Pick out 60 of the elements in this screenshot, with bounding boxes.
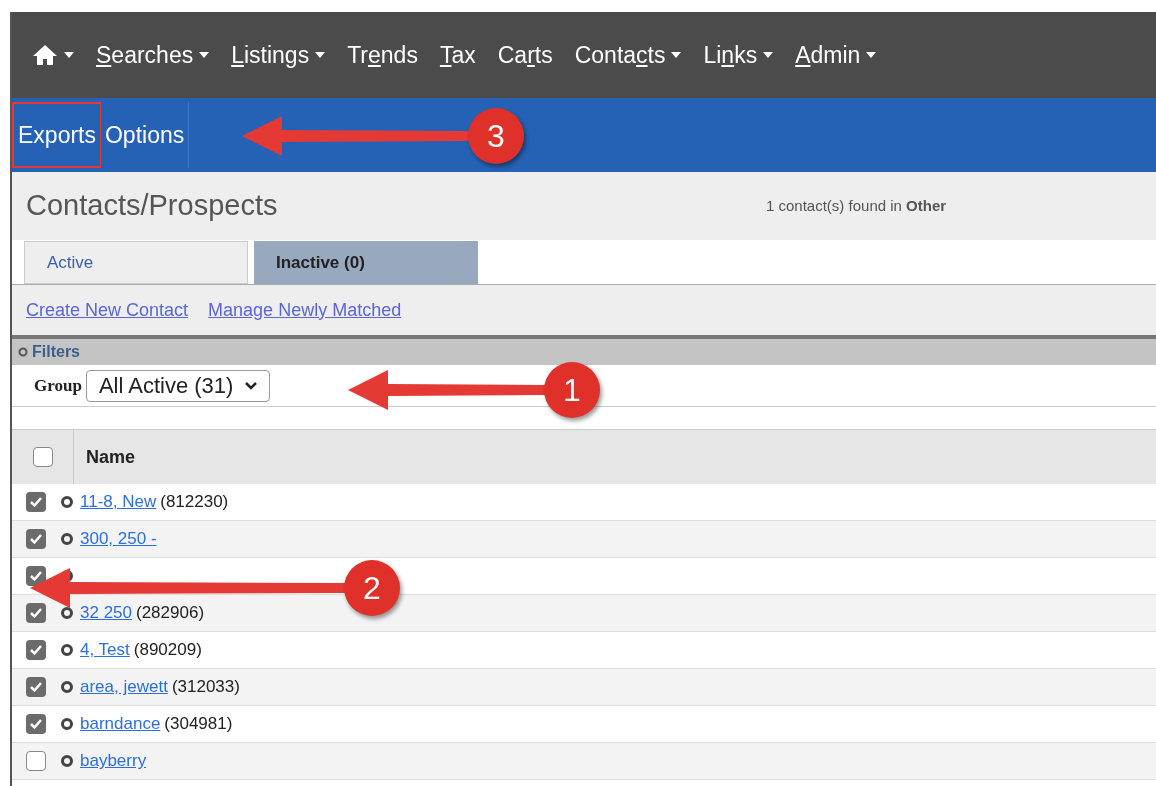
contact-link[interactable]: 11-8, New <box>80 489 157 515</box>
contact-link[interactable]: 32 250 <box>80 600 132 626</box>
check-icon <box>29 644 43 656</box>
tab[interactable]: Inactive (0) <box>254 241 478 284</box>
menu-item[interactable]: Listings <box>231 37 326 73</box>
checkbox[interactable] <box>26 714 46 734</box>
column-header: Name <box>85 445 136 469</box>
sub-menu-item[interactable]: Exports <box>12 102 101 168</box>
circle-icon <box>60 754 74 768</box>
checkbox[interactable] <box>26 677 46 697</box>
checkbox[interactable] <box>26 640 46 660</box>
filters-title: Filters <box>32 342 80 362</box>
check-icon <box>29 681 43 693</box>
home-icon <box>32 44 58 66</box>
checkbox[interactable] <box>26 492 46 512</box>
page-title: Contacts/Prospects <box>26 188 279 224</box>
group-select[interactable]: All Active (31) <box>85 369 271 402</box>
checkbox[interactable] <box>26 529 46 549</box>
circle-icon <box>60 717 74 731</box>
action-link[interactable]: Create New Contact <box>26 296 189 324</box>
menu-item[interactable]: Admin <box>795 37 877 73</box>
contact-link[interactable]: 300, 250 - <box>80 526 157 552</box>
circle-icon <box>60 643 74 657</box>
circle-icon <box>60 532 74 546</box>
menu-item[interactable]: Contacts <box>574 37 682 73</box>
checkbox[interactable] <box>32 447 53 467</box>
chevron-down-icon <box>245 381 258 390</box>
contact-id: (312033) <box>171 676 240 699</box>
contact-id: (282906) <box>136 602 205 625</box>
contact-link[interactable]: bayberry <box>80 748 147 774</box>
contact-id: (890209) <box>133 639 202 662</box>
check-icon <box>29 607 43 619</box>
action-link[interactable]: Manage Newly Matched <box>208 296 402 324</box>
callout-number: 1 <box>544 362 600 418</box>
group-label: Group <box>34 374 82 397</box>
contact-link[interactable]: barndance <box>80 711 161 737</box>
checkbox[interactable] <box>26 566 46 586</box>
circle-icon <box>60 495 74 509</box>
menu-item[interactable]: Searches <box>96 37 210 73</box>
circle-icon <box>60 680 74 694</box>
checkbox[interactable] <box>26 603 46 623</box>
menu-item[interactable]: Tax <box>439 37 476 73</box>
circle-icon <box>60 606 74 620</box>
sub-menu-item[interactable]: Options <box>101 102 190 168</box>
checkbox[interactable] <box>26 751 46 771</box>
contact-link[interactable]: 4, Test <box>80 637 130 663</box>
menu-item[interactable]: Carts <box>497 37 553 73</box>
check-icon <box>29 718 43 730</box>
check-icon <box>29 570 43 582</box>
menu-item[interactable]: Links <box>703 37 774 73</box>
tab[interactable]: Active <box>24 241 248 284</box>
menu-item[interactable]: Trends <box>347 37 418 73</box>
circle-icon <box>18 347 28 357</box>
contact-link[interactable]: area, jewett <box>80 674 168 700</box>
check-icon <box>29 533 43 545</box>
contact-id: (812230) <box>160 491 229 514</box>
home-menu[interactable] <box>32 44 74 66</box>
summary-text: 1 contact(s) found in Other <box>766 195 947 216</box>
check-icon <box>29 496 43 508</box>
contact-id: (304981) <box>164 713 233 736</box>
